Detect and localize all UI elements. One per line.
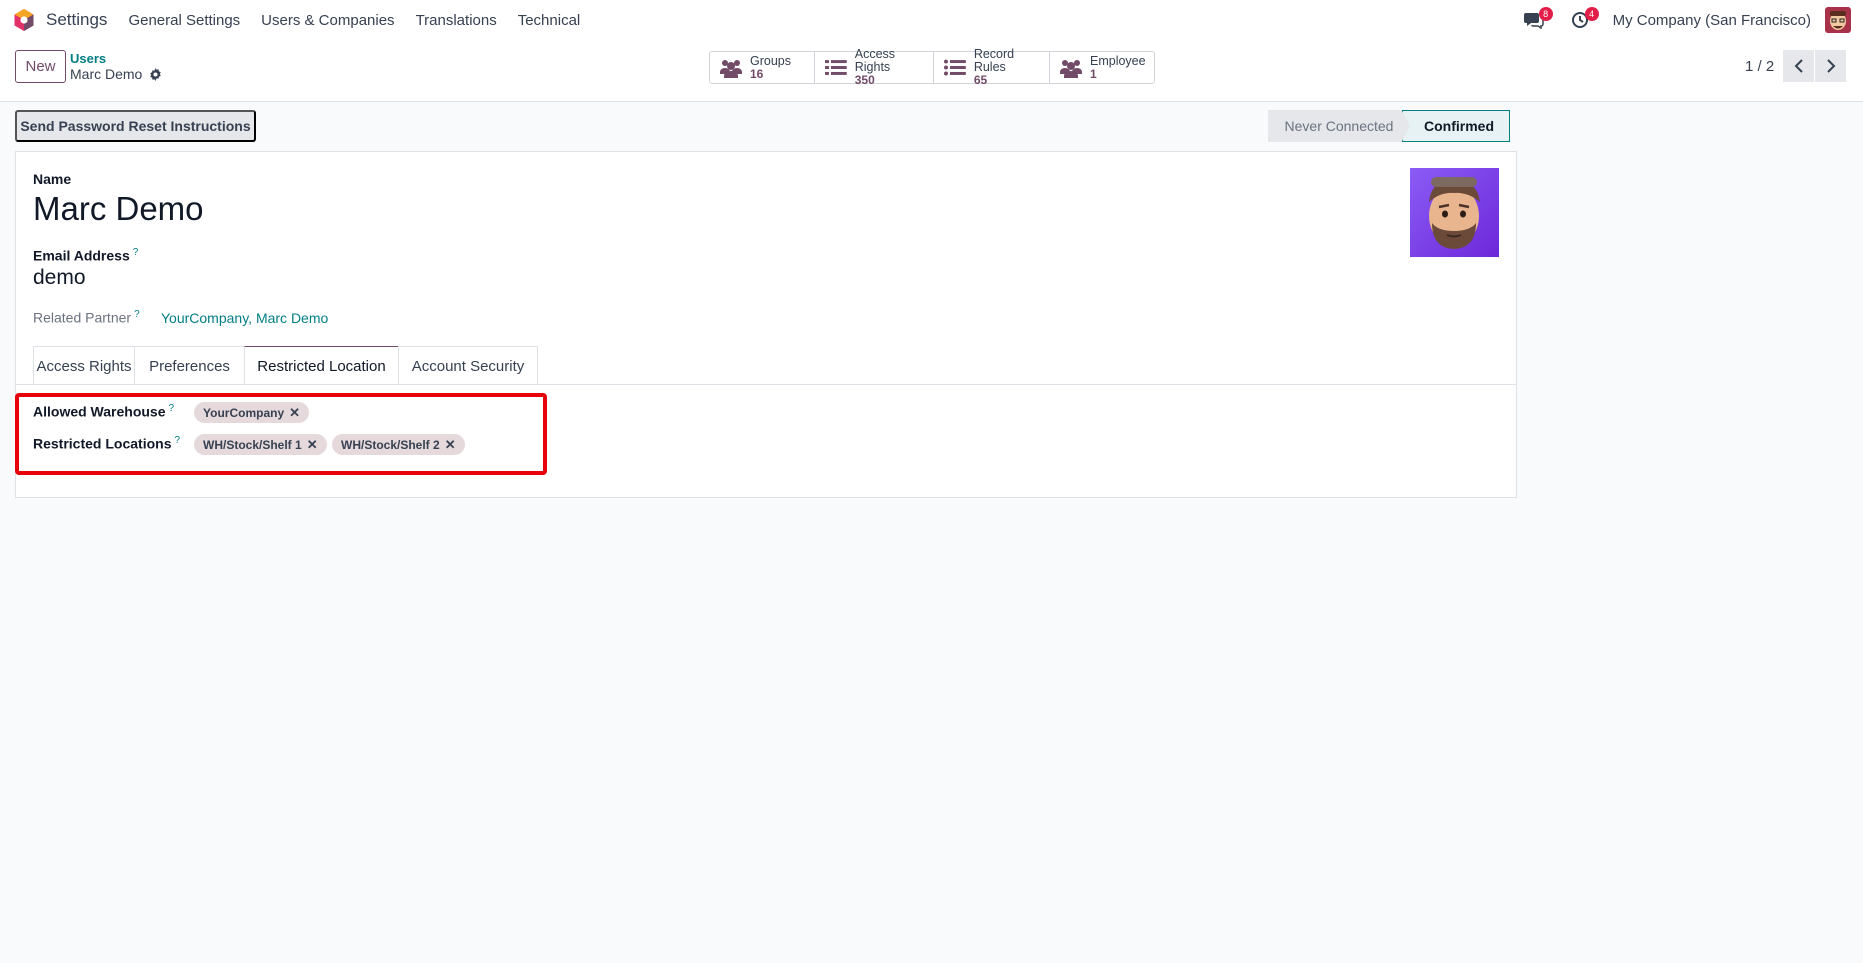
company-switcher[interactable]: My Company (San Francisco) — [1613, 12, 1811, 29]
employee-count: 1 — [1090, 66, 1097, 81]
status-bar: Never Connected Confirmed — [1268, 110, 1510, 142]
navbar-systray: 8 4 My Company (San Francisco) — [1521, 0, 1863, 40]
pager-previous-button[interactable] — [1783, 50, 1814, 82]
activities-button[interactable]: 4 — [1567, 7, 1599, 33]
pager-value[interactable]: 1 / 2 — [1745, 58, 1774, 75]
top-navbar: Settings General Settings Users & Compan… — [0, 0, 1863, 40]
app-name[interactable]: Settings — [46, 10, 107, 30]
access-rights-smart-button[interactable]: Access Rights 350 — [815, 48, 934, 87]
related-partner-help-icon[interactable]: ? — [134, 309, 140, 320]
user-avatar[interactable] — [1825, 7, 1851, 33]
menu-technical[interactable]: Technical — [518, 12, 581, 29]
groups-count: 16 — [750, 66, 764, 81]
breadcrumb-current: Marc Demo — [70, 66, 143, 82]
groups-smart-button[interactable]: Groups 16 — [710, 52, 815, 83]
record-rules-label: Record Rules — [973, 47, 1015, 74]
pager-next-button[interactable] — [1815, 50, 1846, 82]
status-confirmed[interactable]: Confirmed — [1402, 110, 1510, 142]
breadcrumb: Marc Demo — [70, 66, 162, 82]
email-label: Email Address? — [33, 247, 138, 264]
related-partner-label: Related Partner? — [33, 309, 140, 326]
messages-button[interactable]: 8 — [1521, 7, 1553, 33]
name-label: Name — [33, 171, 72, 187]
smart-buttons: Groups 16 Access Rights 350 Record Rules… — [709, 48, 1155, 87]
chevron-right-icon — [1826, 59, 1835, 73]
related-partner-link[interactable]: YourCompany, Marc Demo — [161, 310, 328, 326]
activities-count-badge: 4 — [1584, 7, 1599, 21]
status-never-connected[interactable]: Never Connected — [1268, 110, 1410, 142]
users-icon — [1060, 59, 1082, 78]
employee-smart-button[interactable]: Employee 1 — [1050, 52, 1154, 83]
tab-account-security[interactable]: Account Security — [398, 346, 538, 385]
email-label-text: Email Address — [33, 247, 130, 264]
users-icon — [720, 59, 742, 78]
tab-access-rights[interactable]: Access Rights — [33, 346, 135, 385]
messages-count-badge: 8 — [1538, 7, 1553, 21]
access-rights-count: 350 — [854, 73, 875, 87]
menu-general-settings[interactable]: General Settings — [128, 12, 240, 29]
related-partner-label-text: Related Partner — [33, 309, 132, 326]
menu-translations[interactable]: Translations — [416, 12, 497, 29]
breadcrumb-users[interactable]: Users — [70, 51, 106, 66]
new-button[interactable]: New — [15, 50, 66, 83]
email-help-icon[interactable]: ? — [133, 247, 139, 258]
groups-label: Groups — [750, 53, 791, 68]
menu-users-companies[interactable]: Users & Companies — [261, 12, 394, 29]
list-icon — [944, 59, 966, 75]
notebook-tabs: Access Rights Preferences Restricted Loc… — [33, 346, 538, 385]
tab-preferences[interactable]: Preferences — [134, 346, 245, 385]
highlight-box — [15, 393, 547, 475]
name-field[interactable]: Marc Demo — [33, 190, 204, 228]
record-rules-count: 65 — [973, 73, 988, 87]
record-rules-smart-button[interactable]: Record Rules 65 — [934, 48, 1050, 87]
send-password-reset-button[interactable]: Send Password Reset Instructions — [15, 110, 256, 142]
app-logo-icon[interactable] — [12, 8, 36, 32]
user-photo[interactable] — [1410, 168, 1499, 257]
email-field[interactable]: demo — [33, 266, 86, 290]
tab-restricted-location[interactable]: Restricted Location — [244, 346, 399, 385]
list-icon — [825, 59, 847, 75]
tab-divider — [16, 384, 1516, 385]
control-panel: New Users Marc Demo Groups 16 Access Rig… — [0, 40, 1863, 102]
access-rights-label: Access Rights — [854, 47, 896, 74]
chevron-left-icon — [1794, 59, 1803, 73]
gear-icon[interactable] — [149, 67, 162, 81]
employee-label: Employee — [1090, 53, 1146, 68]
